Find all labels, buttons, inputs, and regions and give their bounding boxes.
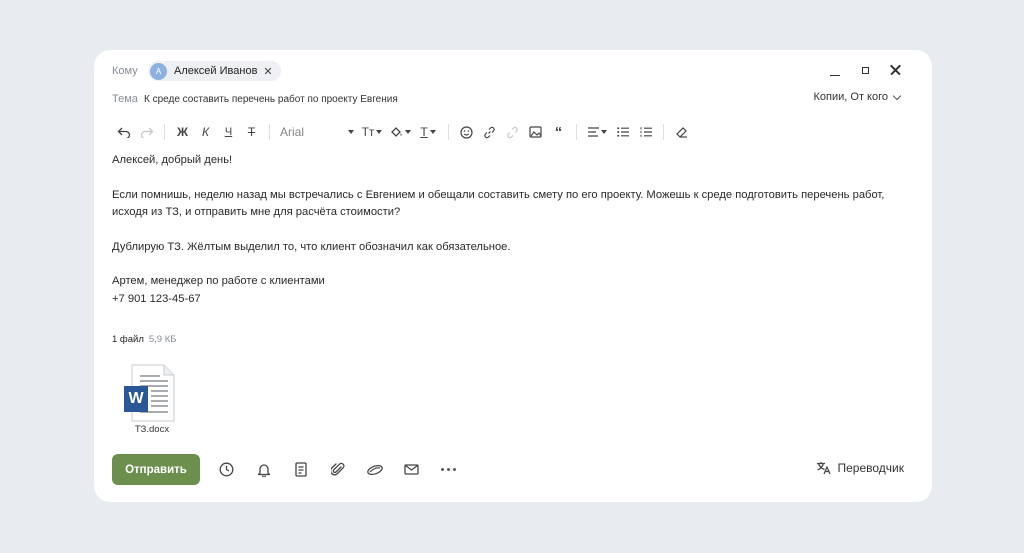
toolbar-divider [448,124,449,140]
bell-icon[interactable] [245,454,282,485]
font-family-value: Arial [280,125,305,139]
to-row: Кому А Алексей Иванов ✕ [112,60,281,82]
remove-recipient-icon[interactable]: ✕ [263,65,272,78]
maximize-icon[interactable] [858,63,872,77]
cc-label: Копии, От кого [813,91,888,103]
eraser-icon[interactable] [670,120,693,144]
template-icon[interactable] [282,454,319,485]
paperclip-icon[interactable] [319,454,356,485]
signature-name: Артем, менеджер по работе с клиентами [112,275,325,287]
greeting: Алексей, добрый день! [112,154,233,166]
word-doc-icon: W [124,364,176,422]
attachment-item[interactable]: W ТЗ.docx [122,364,182,435]
translator-label: Переводчик [837,461,904,475]
undo-icon[interactable] [112,120,135,144]
close-icon[interactable] [888,63,902,77]
toolbar-divider [576,124,577,140]
recipient-chip[interactable]: А Алексей Иванов ✕ [148,61,281,81]
translate-icon [817,462,832,475]
more-icon[interactable] [430,454,467,485]
italic-button[interactable]: К [194,120,217,144]
image-icon[interactable] [524,120,547,144]
word-letter: W [128,390,144,407]
font-size-button[interactable]: Тт [358,120,386,144]
strikethrough-button[interactable]: Т [240,120,263,144]
align-left-icon [587,127,599,137]
message-body[interactable]: Алексей, добрый день! Если помнишь, неде… [112,152,902,308]
envelope-icon[interactable] [393,454,430,485]
clock-icon[interactable] [208,454,245,485]
cloud-disk-icon[interactable] [356,454,393,485]
paint-bucket-icon [390,127,401,137]
bold-button[interactable]: Ж [171,120,194,144]
subject-row: Тема К среде составить перечень работ по… [112,90,398,108]
chevron-down-icon [600,130,607,134]
font-family-select[interactable]: Arial [276,120,358,144]
text-color-button[interactable]: Т [414,120,442,144]
attachments-summary: 1 файл 5,9 КБ [112,334,177,345]
send-button[interactable]: Отправить [112,454,200,485]
compose-footer: Отправить [112,454,467,485]
recipient-name: Алексей Иванов [174,65,258,77]
bullet-list-icon[interactable] [611,120,634,144]
unlink-icon[interactable] [501,120,524,144]
align-button[interactable] [583,120,611,144]
toolbar-divider [164,124,165,140]
formatting-toolbar: Ж К Ч Т Arial Тт Т “ [112,120,693,144]
attachments-count: 1 файл [112,334,144,345]
chevron-down-icon [376,130,383,134]
subject-input[interactable]: К среде составить перечень работ по прое… [144,94,398,105]
fill-color-button[interactable] [386,120,414,144]
underline-button[interactable]: Ч [217,120,240,144]
text-color-label: Т [420,125,428,139]
toolbar-divider [663,124,664,140]
chevron-down-icon [348,130,354,134]
attachment-name: ТЗ.docx [134,424,170,435]
signature-phone: +7 901 123-45-67 [112,292,201,305]
font-size-label: Тт [361,125,375,139]
message-paragraph: Дублирую ТЗ. Жёлтым выделил то, что клие… [112,240,511,253]
window-controls [828,63,902,77]
minimize-icon[interactable] [828,63,842,77]
link-icon[interactable] [478,120,501,144]
toolbar-divider [269,124,270,140]
avatar: А [150,62,167,80]
chevron-down-icon [892,91,902,100]
numbered-list-icon[interactable] [634,120,657,144]
message-paragraph: Если помнишь, неделю назад мы встречалис… [112,188,885,219]
translator-button[interactable]: Переводчик [816,461,904,475]
redo-icon[interactable] [135,120,158,144]
to-label: Кому [112,65,138,77]
chevron-down-icon [429,130,436,134]
emoji-icon[interactable] [455,120,478,144]
subject-label: Тема [112,93,138,105]
cc-toggle[interactable]: Копии, От кого [813,91,902,103]
compose-window: Кому А Алексей Иванов ✕ Тема К среде сос… [94,50,932,502]
attachments-size: 5,9 КБ [148,334,177,345]
quote-icon[interactable]: “ [547,120,570,144]
chevron-down-icon [404,130,411,134]
